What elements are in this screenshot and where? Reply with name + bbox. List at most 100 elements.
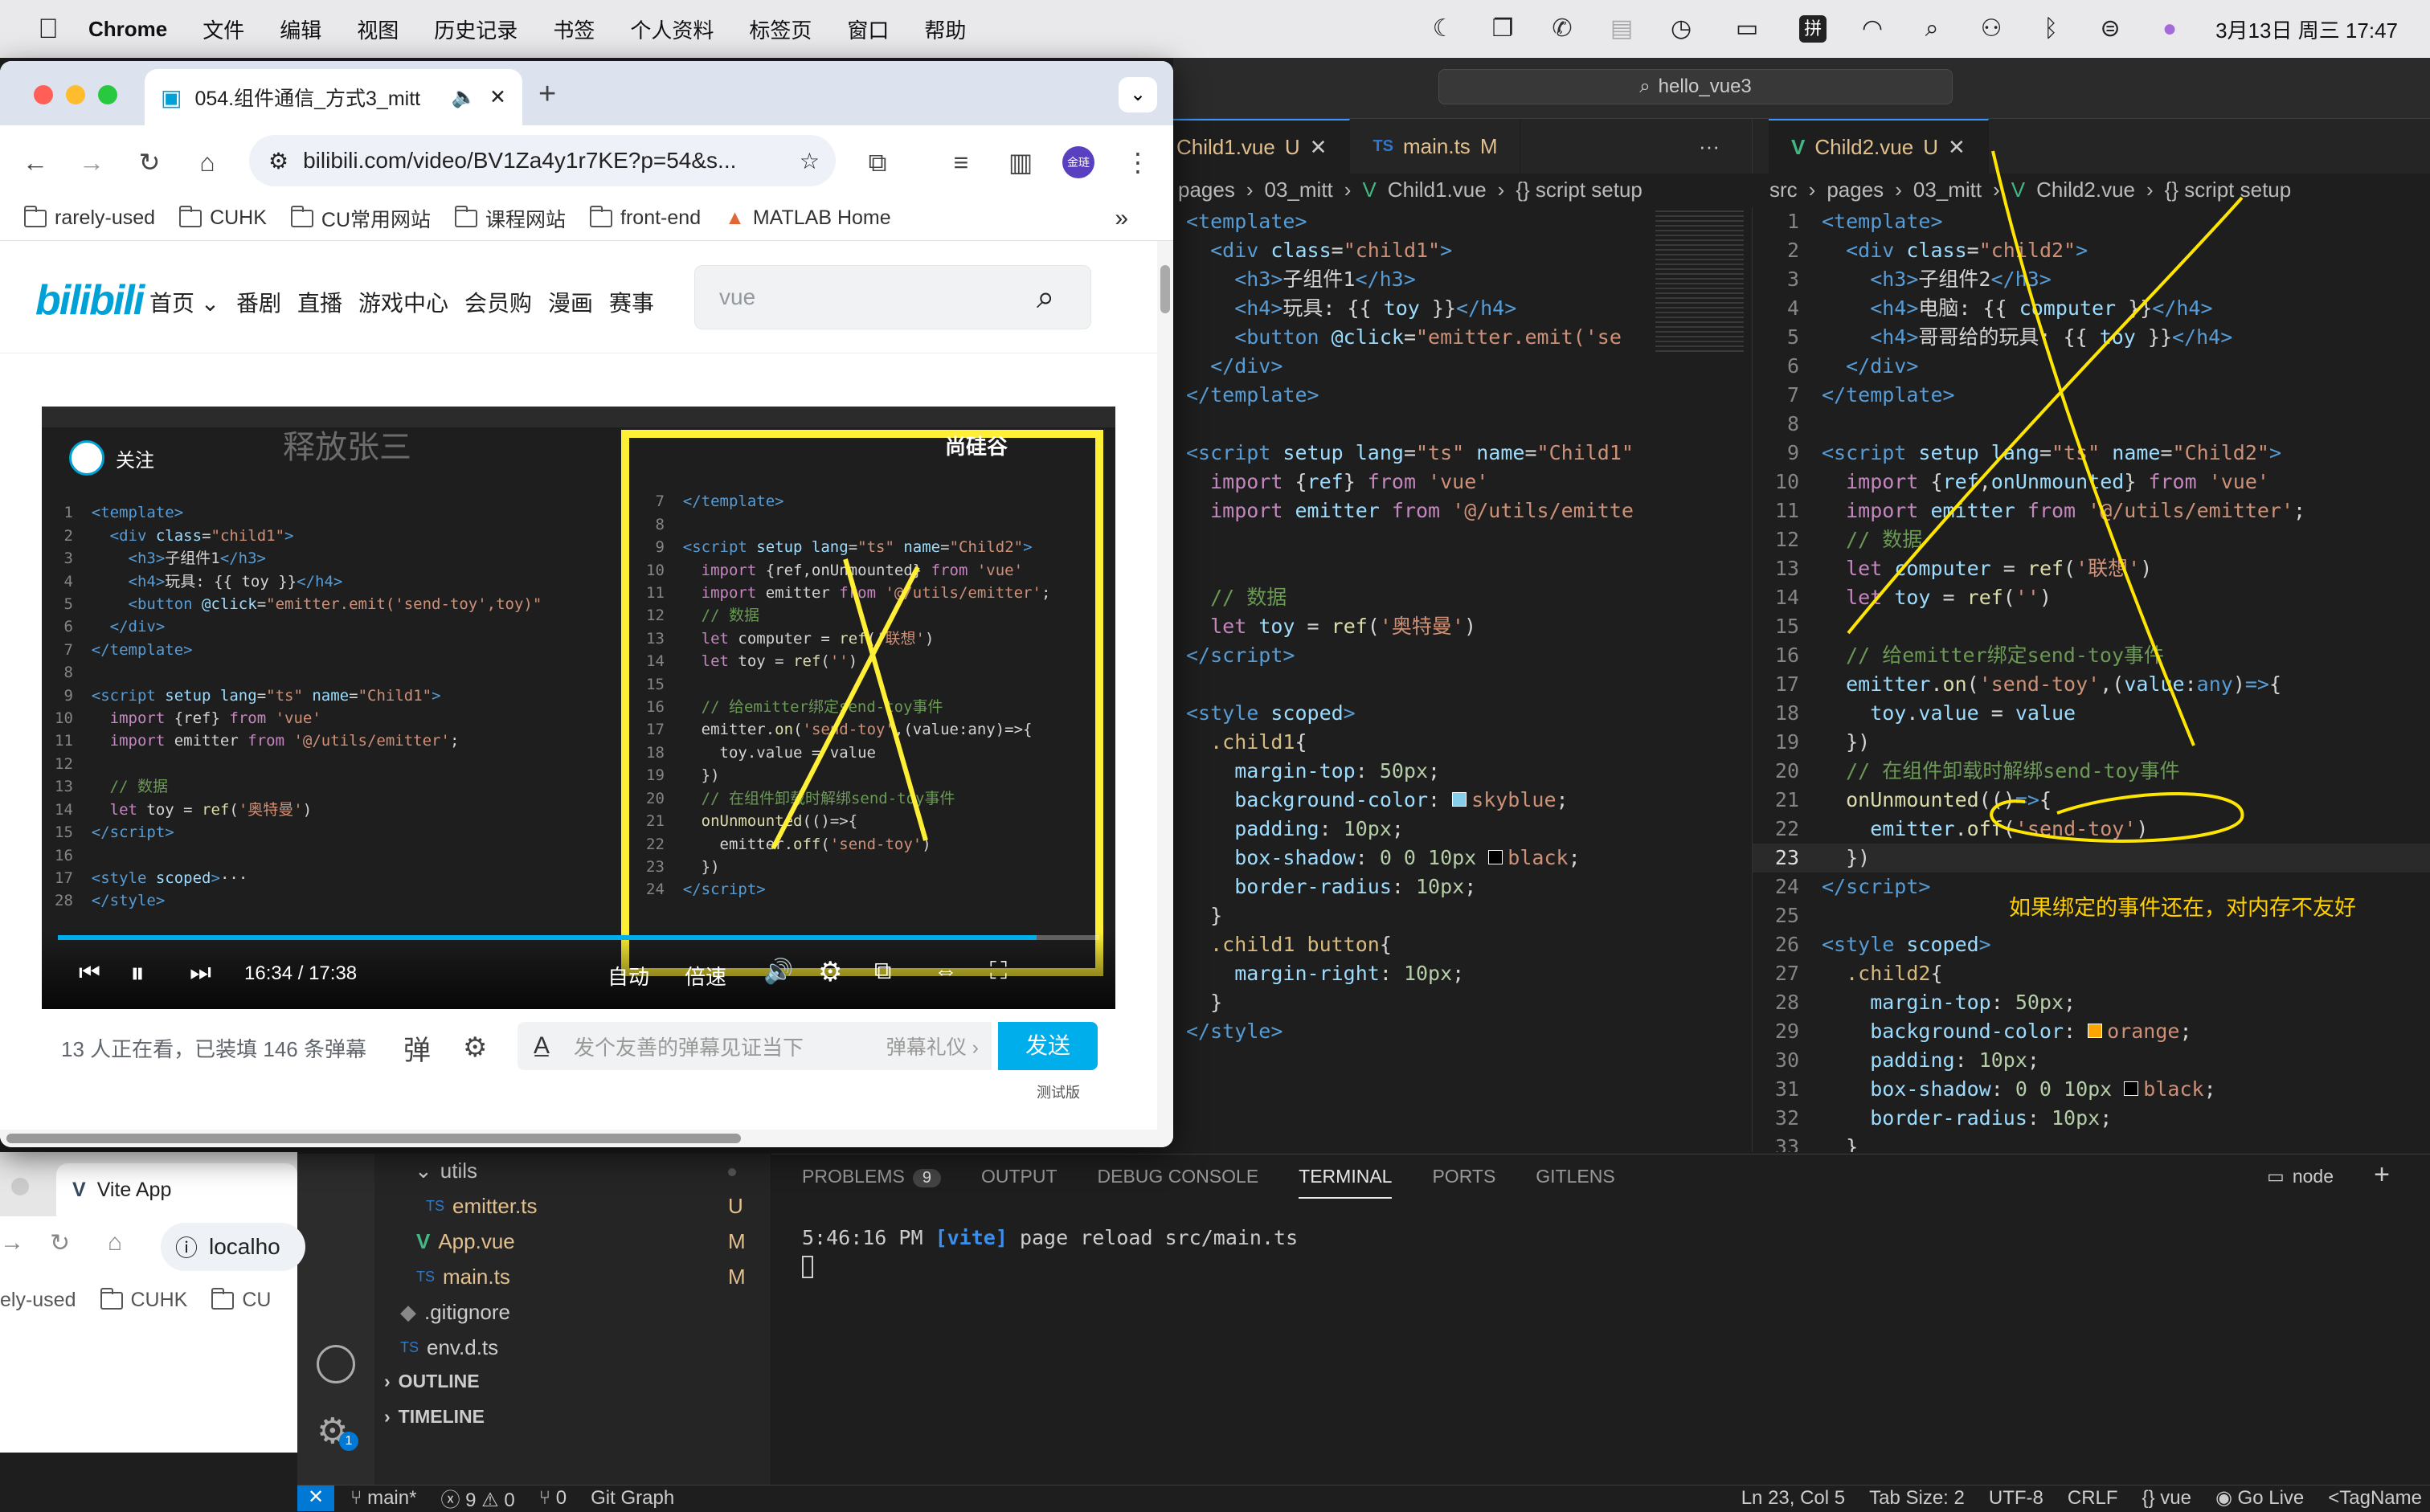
home-icon[interactable]: ⌂ [108,1229,122,1257]
tab-child1[interactable]: Child1.vue U ✕ [1173,119,1351,174]
minimize-window-button[interactable] [66,85,85,104]
folder-utils[interactable]: ⌄ utils [415,1159,477,1183]
remote-indicator[interactable]: ✕ [297,1485,334,1511]
timeline-section[interactable]: › TIMELINE [384,1406,485,1428]
crumb[interactable]: pages [1178,178,1235,202]
scroll-thumb[interactable] [6,1134,741,1143]
terminal-output[interactable]: 5:46:16 PM [vite] page reload src/main.t… [802,1224,1298,1278]
home-icon[interactable]: ⌂ [191,146,223,178]
forward-icon[interactable]: → [76,146,108,178]
danmaku-settings-icon[interactable]: ⚙ [463,1032,487,1064]
widescreen-icon[interactable]: ⇔ [934,958,958,985]
screens-icon[interactable]: ❐ [1489,15,1516,43]
wechat-icon[interactable]: ✆ [1548,15,1576,43]
menu-help[interactable]: 帮助 [924,14,966,44]
command-center[interactable]: ⌕ hello_vue3 [1438,69,1953,104]
bookmark-star-icon[interactable]: ☆ [800,148,820,174]
more-bookmarks-icon[interactable]: » [1115,205,1128,232]
menu-file[interactable]: 文件 [202,14,244,44]
terminal-shell-selector[interactable]: ▭ node [2267,1166,2334,1187]
nav-home[interactable]: 首页 ⌄ [149,286,219,318]
progress-bar[interactable] [58,935,1099,940]
nav-live[interactable]: 直播 [297,286,342,318]
problems-indicator[interactable]: ⓧ 9 ⚠ 0 [440,1484,514,1512]
next-icon[interactable]: ⏭ [190,959,211,987]
profile-avatar[interactable]: 金琏 [1062,146,1094,178]
encoding[interactable]: UTF-8 [1989,1487,2043,1510]
back-icon[interactable]: ← [19,146,51,178]
panel-tab-problems[interactable]: PROBLEMS 9 [802,1166,941,1199]
reload-icon[interactable]: ↻ [133,146,166,178]
scroll-thumb[interactable] [1160,265,1170,313]
nav-match[interactable]: 赛事 [609,286,654,318]
more-actions-icon[interactable]: ··· [1699,134,1720,159]
send-button[interactable]: 发送 [998,1022,1098,1070]
bookmark-course-sites[interactable]: 课程网站 [455,204,566,233]
file-env-d-ts[interactable]: TS env.d.ts [400,1335,498,1360]
file-gitignore[interactable]: ◆ .gitignore [400,1300,510,1325]
file-app-vue[interactable]: V App.vue [416,1229,515,1254]
bookmark-item[interactable]: ely-used [0,1289,76,1312]
follow-button[interactable]: 关注 [116,444,154,472]
menu-history[interactable]: 历史记录 [434,14,518,44]
new-tab-button[interactable]: + [538,77,556,112]
people-icon[interactable]: ⚇ [1978,15,2005,43]
eol[interactable]: CRLF [2068,1487,2118,1510]
file-main-ts[interactable]: TS main.ts [416,1265,510,1289]
ports-indicator[interactable]: ⑂ 0 [539,1487,567,1510]
menu-bookmarks[interactable]: 书签 [553,14,595,44]
menu-window[interactable]: 窗口 [847,14,889,44]
panel-tab-terminal[interactable]: TERMINAL [1299,1166,1393,1199]
danmaku-input[interactable]: A̲ 发个友善的弹幕见证当下 弹幕礼仪 › [518,1022,992,1070]
bookmark-rarely-used[interactable]: rarely-used [24,205,155,230]
panel-tab-ports[interactable]: PORTS [1432,1166,1495,1199]
nav-shop[interactable]: 会员购 [464,286,532,318]
clock-icon[interactable]: ◷ [1667,15,1695,43]
close-icon[interactable]: ✕ [1310,135,1328,160]
extensions-icon[interactable]: ⧉ [861,146,894,178]
apple-icon[interactable]:  [32,13,64,45]
language-mode[interactable]: {} vue [2142,1487,2191,1510]
branch-indicator[interactable]: ⑂ main* [350,1487,416,1510]
reload-icon[interactable]: ↻ [50,1229,70,1257]
wifi-icon[interactable]: ◠ [1859,15,1886,43]
panel-tab-output[interactable]: OUTPUT [981,1166,1058,1199]
menubar-clock[interactable]: 3月13日 周三 17:47 [2215,14,2398,44]
speed-button[interactable]: 倍速 [685,961,726,991]
cursor-position[interactable]: Ln 23, Col 5 [1741,1487,1845,1510]
search-icon[interactable]: ⌕ [1037,280,1054,316]
menu-edit[interactable]: 编辑 [280,14,321,44]
uploader-badge[interactable]: 关注 [69,440,154,476]
git-graph-button[interactable]: Git Graph [591,1487,674,1510]
control-center-icon[interactable]: ⊜ [2097,15,2124,43]
stage-icon[interactable]: ▤ [1608,15,1635,43]
menu-profile[interactable]: 个人资料 [630,14,714,44]
search-input[interactable]: vue [694,265,1091,329]
pause-icon[interactable]: ⏸ [130,956,145,991]
settings-icon[interactable]: ⚙ [818,956,842,988]
address-bar[interactable]: ⚙ bilibili.com/video/BV1Za4y1r7KE?p=54&s… [249,135,836,186]
site-settings-icon[interactable]: ⚙ [268,148,288,174]
crumb[interactable]: {} script setup [1516,178,1642,202]
prev-icon[interactable]: ⏮ [79,959,100,987]
bookmark-item[interactable]: CUHK [100,1287,187,1312]
nav-game[interactable]: 游戏中心 [358,286,448,318]
crumb[interactable]: Child1.vue [1388,178,1487,202]
audio-icon[interactable]: 🔈 [452,86,477,109]
fullscreen-icon[interactable]: ⛶ [990,958,1007,985]
nav-manga[interactable]: 漫画 [548,286,593,318]
horizontal-scrollbar[interactable] [0,1130,1157,1147]
bookmark-front-end[interactable]: front-end [590,205,701,230]
bookmark-cu-sites[interactable]: CU常用网站 [290,204,431,233]
zoom-window-button[interactable] [98,85,117,104]
menu-view[interactable]: 视图 [357,14,399,44]
bilibili-logo[interactable]: bilibili [35,276,145,325]
vite-tab[interactable]: V Vite App [56,1163,297,1216]
input-method-icon[interactable]: 拼 [1799,15,1827,43]
sidepanel-icon[interactable]: ▥ [1004,146,1037,178]
crumb[interactable]: 03_mitt [1265,178,1333,202]
file-emitter-ts[interactable]: TS emitter.ts [426,1194,538,1219]
siri-icon[interactable]: ● [2156,15,2183,43]
tab-main-ts[interactable]: TS main.ts M [1350,119,1521,174]
danmaku-etiquette-link[interactable]: 弹幕礼仪 › [886,1032,979,1060]
